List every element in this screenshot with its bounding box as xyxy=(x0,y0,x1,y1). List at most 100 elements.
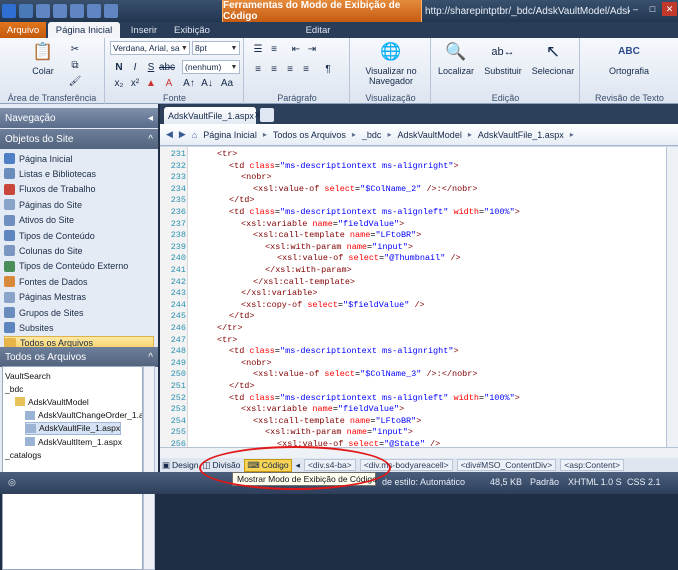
sidebar-item[interactable]: Listas e Bibliotecas xyxy=(4,166,154,181)
document-tab-label: AdskVaultFile_1.aspx xyxy=(168,110,254,121)
chevron-up-icon[interactable]: ^ xyxy=(148,352,153,363)
format-painter-icon[interactable]: 🖌 xyxy=(68,74,82,88)
save-icon[interactable] xyxy=(19,4,33,18)
sidebar-item[interactable]: Ativos do Site xyxy=(4,213,154,228)
code-editor[interactable]: 231 <tr> 232 <td class="ms-descriptiontext … xyxy=(160,147,666,447)
tag-crumb[interactable]: <asp:Content> xyxy=(560,459,625,471)
code-line: <nobr> xyxy=(241,358,272,368)
tag-crumb[interactable]: <div#MSO_ContentDiv> xyxy=(456,459,557,471)
justify-icon[interactable]: ≡ xyxy=(299,62,313,76)
numbering-icon[interactable]: ≡ xyxy=(267,42,281,56)
code-scrollbar[interactable] xyxy=(666,147,678,447)
align-center-icon[interactable]: ≡ xyxy=(267,62,281,76)
tree-item[interactable]: AdskVaultModel xyxy=(15,395,89,408)
sidebar-item[interactable]: Grupos de Sites xyxy=(4,305,154,320)
breadcrumb-item[interactable]: Todos os Arquivos xyxy=(273,130,346,140)
code-token: "input" xyxy=(372,241,408,252)
preview-in-browser-button[interactable]: 🌐 Visualizar no Navegador xyxy=(355,40,427,86)
sidebar-item[interactable]: Páginas Mestras xyxy=(4,290,154,305)
cut-icon[interactable]: ✂ xyxy=(68,42,82,56)
increase-indent-icon[interactable]: ⇥ xyxy=(305,42,319,56)
code-line: <xsl:value-of select="$ColName_3" />:</n… xyxy=(253,369,477,379)
undo-icon[interactable] xyxy=(36,4,50,18)
new-tab-icon[interactable] xyxy=(260,108,274,122)
bold-icon[interactable]: N xyxy=(112,60,126,74)
back-icon[interactable] xyxy=(70,4,84,18)
shrink-font-icon[interactable]: A↓ xyxy=(200,76,214,90)
group-label: Revisão de Texto xyxy=(595,93,664,103)
code-token: select xyxy=(348,253,380,264)
breadcrumb-item[interactable]: AdskVaultModel xyxy=(397,130,461,140)
breadcrumb-item[interactable]: AdskVaultFile_1.aspx xyxy=(478,130,564,140)
collapse-icon[interactable]: ◂ xyxy=(148,113,153,124)
clear-format-icon[interactable]: Aa xyxy=(220,76,234,90)
customize-qat-icon[interactable] xyxy=(104,4,118,18)
copy-icon[interactable]: ⧉ xyxy=(68,58,82,72)
sidebar-item[interactable]: Tipos de Conteúdo xyxy=(4,228,154,243)
tree-scrollbar[interactable] xyxy=(143,366,155,570)
sidebar-item[interactable]: Colunas do Site xyxy=(4,243,154,258)
forward-arrow-icon[interactable]: ▶ xyxy=(179,129,186,140)
tree-item[interactable]: AdskVaultItem_1.aspx xyxy=(25,435,122,448)
back-arrow-icon[interactable]: ◀ xyxy=(166,129,173,140)
grow-font-icon[interactable]: A↑ xyxy=(182,76,196,90)
code-line: </td> xyxy=(229,381,255,391)
tab-file[interactable]: Arquivo xyxy=(0,22,46,38)
group-label: Fonte xyxy=(162,93,186,103)
chevron-up-icon[interactable]: ^ xyxy=(148,134,153,145)
select-button[interactable]: ↖ Selecionar xyxy=(528,40,578,76)
underline-icon[interactable]: S xyxy=(144,60,158,74)
sidebar-item[interactable]: Subsites xyxy=(4,320,154,335)
breadcrumb-item[interactable]: _bdc xyxy=(362,130,382,140)
document-tab[interactable]: AdskVaultFile_1.aspx ✕ xyxy=(164,107,261,124)
status-css[interactable]: CSS 2.1 xyxy=(627,477,661,487)
line-number: 248 xyxy=(170,346,186,357)
code-token: > xyxy=(407,427,413,438)
minimize-button[interactable]: – xyxy=(628,2,643,16)
superscript-icon[interactable]: x² xyxy=(128,76,142,90)
breadcrumb-item[interactable]: Página Inicial xyxy=(203,130,257,140)
tree-item[interactable]: _catalogs xyxy=(5,448,41,461)
sharepoint-designer-icon[interactable] xyxy=(2,4,16,18)
bullets-icon[interactable]: ☰ xyxy=(251,42,265,56)
tree-item[interactable]: _bdc xyxy=(5,382,23,395)
redo-icon[interactable] xyxy=(53,4,67,18)
align-right-icon[interactable]: ≡ xyxy=(283,62,297,76)
sidebar-item[interactable]: Página Inicial xyxy=(4,151,154,166)
font-color-icon[interactable]: A xyxy=(162,76,176,90)
code-token: name xyxy=(312,404,333,415)
sidebar-item[interactable]: Fluxos de Trabalho xyxy=(4,182,154,197)
design-view-button[interactable]: ▣ Design xyxy=(162,460,199,471)
tab-view[interactable]: Exibição xyxy=(168,22,216,38)
forward-icon[interactable] xyxy=(87,4,101,18)
status-mode[interactable]: Padrão xyxy=(530,477,559,487)
align-left-icon[interactable]: ≡ xyxy=(251,62,265,76)
maximize-button[interactable]: □ xyxy=(645,2,660,16)
find-button[interactable]: 🔍 Localizar xyxy=(434,40,478,76)
tab-insert[interactable]: Inserir xyxy=(124,22,164,38)
sidebar-item[interactable]: Páginas do Site xyxy=(4,197,154,212)
decrease-indent-icon[interactable]: ⇤ xyxy=(289,42,303,56)
sidebar-item[interactable]: Fontes de Dados xyxy=(4,274,154,289)
tree-item[interactable]: AdskVaultFile_1.aspx xyxy=(25,421,122,435)
spelling-button[interactable]: ABC Ortografia xyxy=(595,40,663,77)
font-size-select[interactable]: 8pt ▼ xyxy=(192,41,240,55)
strikethrough-icon[interactable]: abc xyxy=(159,60,175,74)
close-button[interactable]: ✕ xyxy=(662,2,677,16)
tab-edit[interactable]: Editar xyxy=(296,22,340,38)
status-style-mode[interactable]: de estilo: Automático xyxy=(382,477,465,487)
style-select[interactable]: (nenhum) ▼ xyxy=(182,60,240,74)
subscript-icon[interactable]: x₂ xyxy=(112,76,126,90)
italic-icon[interactable]: I xyxy=(128,60,142,74)
show-formatting-icon[interactable]: ¶ xyxy=(321,62,335,76)
tab-home[interactable]: Página Inicial xyxy=(48,22,120,38)
replace-button[interactable]: ab↔ Substituir xyxy=(478,40,528,77)
tree-item[interactable]: AdskVaultChangeOrder_1.asp xyxy=(25,409,142,422)
paste-button[interactable]: 📋 Colar xyxy=(26,40,60,76)
font-family-select[interactable]: Verdana, Arial, sa ▼ xyxy=(110,41,190,55)
tree-item[interactable]: VaultSearch xyxy=(5,369,51,382)
line-number: 255 xyxy=(170,427,186,438)
sidebar-item[interactable]: Tipos de Conteúdo Externo xyxy=(4,259,154,274)
status-doctype[interactable]: XHTML 1.0 S xyxy=(568,477,622,487)
highlight-icon[interactable]: ▲ xyxy=(144,76,158,90)
